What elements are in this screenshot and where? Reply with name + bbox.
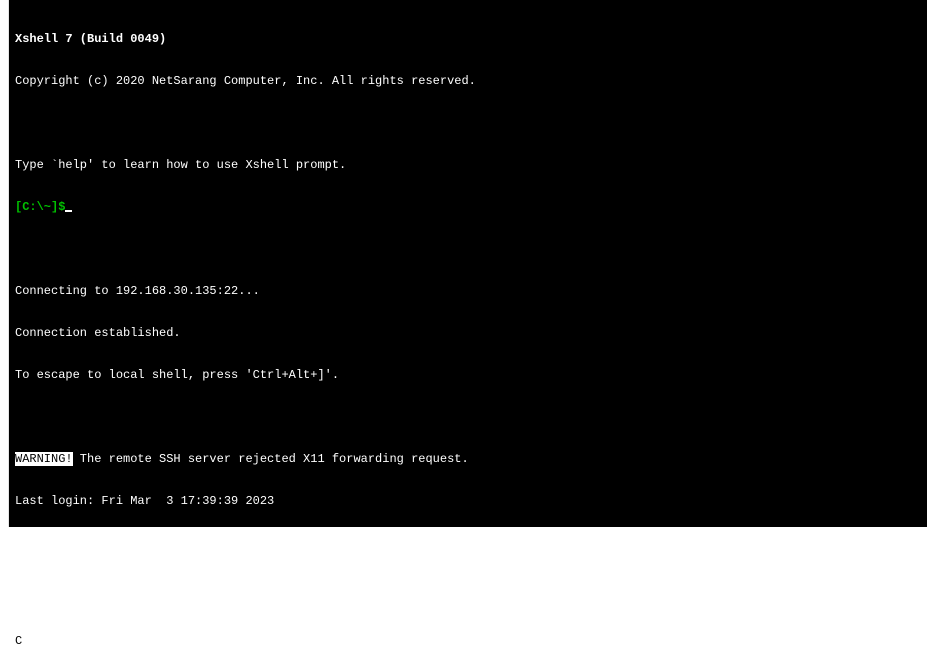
download-progress-line: CentOS Stream 8 - AppStream 69%[========…: [15, 634, 921, 648]
warning-text: The remote SSH server rejected X11 forwa…: [73, 452, 469, 466]
help-text: Type `help' to learn how to use Xshell p…: [15, 158, 921, 172]
progress-label: entOS Stream 8 - AppStream: [22, 634, 209, 648]
progress-gap: [209, 634, 339, 648]
remote-prompt: [root@localhost ~]#: [15, 536, 159, 550]
progress-size: 17 MB: [774, 634, 810, 648]
last-login-text: Last login: Fri Mar 3 17:39:39 2023: [15, 494, 921, 508]
cursor-icon: [65, 210, 72, 212]
progress-stats: 1.8 MB/s | 17 MB 00:03 ETA: [689, 634, 904, 648]
warning-tag: WARNING!: [15, 452, 73, 466]
blank-line: [15, 242, 921, 256]
local-prompt-line[interactable]: [C:\~]$: [15, 200, 921, 214]
progress-eta: 00:03 ETA: [839, 634, 904, 648]
progress-bar: [===========================- ]: [365, 634, 689, 648]
escape-hint-text: To escape to local shell, press 'Ctrl+Al…: [15, 368, 921, 382]
progress-percent: 69%: [339, 634, 365, 648]
terminal-window[interactable]: Xshell 7 (Build 0049) Copyright (c) 2020…: [8, 0, 927, 527]
blank-line: [15, 410, 921, 424]
copyright-text: Copyright (c) 2020 NetSarang Computer, I…: [15, 74, 921, 88]
remote-command-line[interactable]: [root@localhost ~]# yum install -y wget …: [15, 536, 921, 564]
progress-rate: 1.8 MB/s: [695, 634, 753, 648]
connection-established-text: Connection established.: [15, 326, 921, 340]
progress-cursor-icon: C: [15, 634, 22, 648]
remote-command-wrap: 84bec: [15, 592, 921, 606]
connecting-text: Connecting to 192.168.30.135:22...: [15, 284, 921, 298]
blank-line: [15, 116, 921, 130]
local-prompt-prefix: [C:\~]$: [15, 200, 65, 214]
app-title: Xshell 7 (Build 0049): [15, 32, 921, 46]
warning-line: WARNING! The remote SSH server rejected …: [15, 452, 921, 466]
